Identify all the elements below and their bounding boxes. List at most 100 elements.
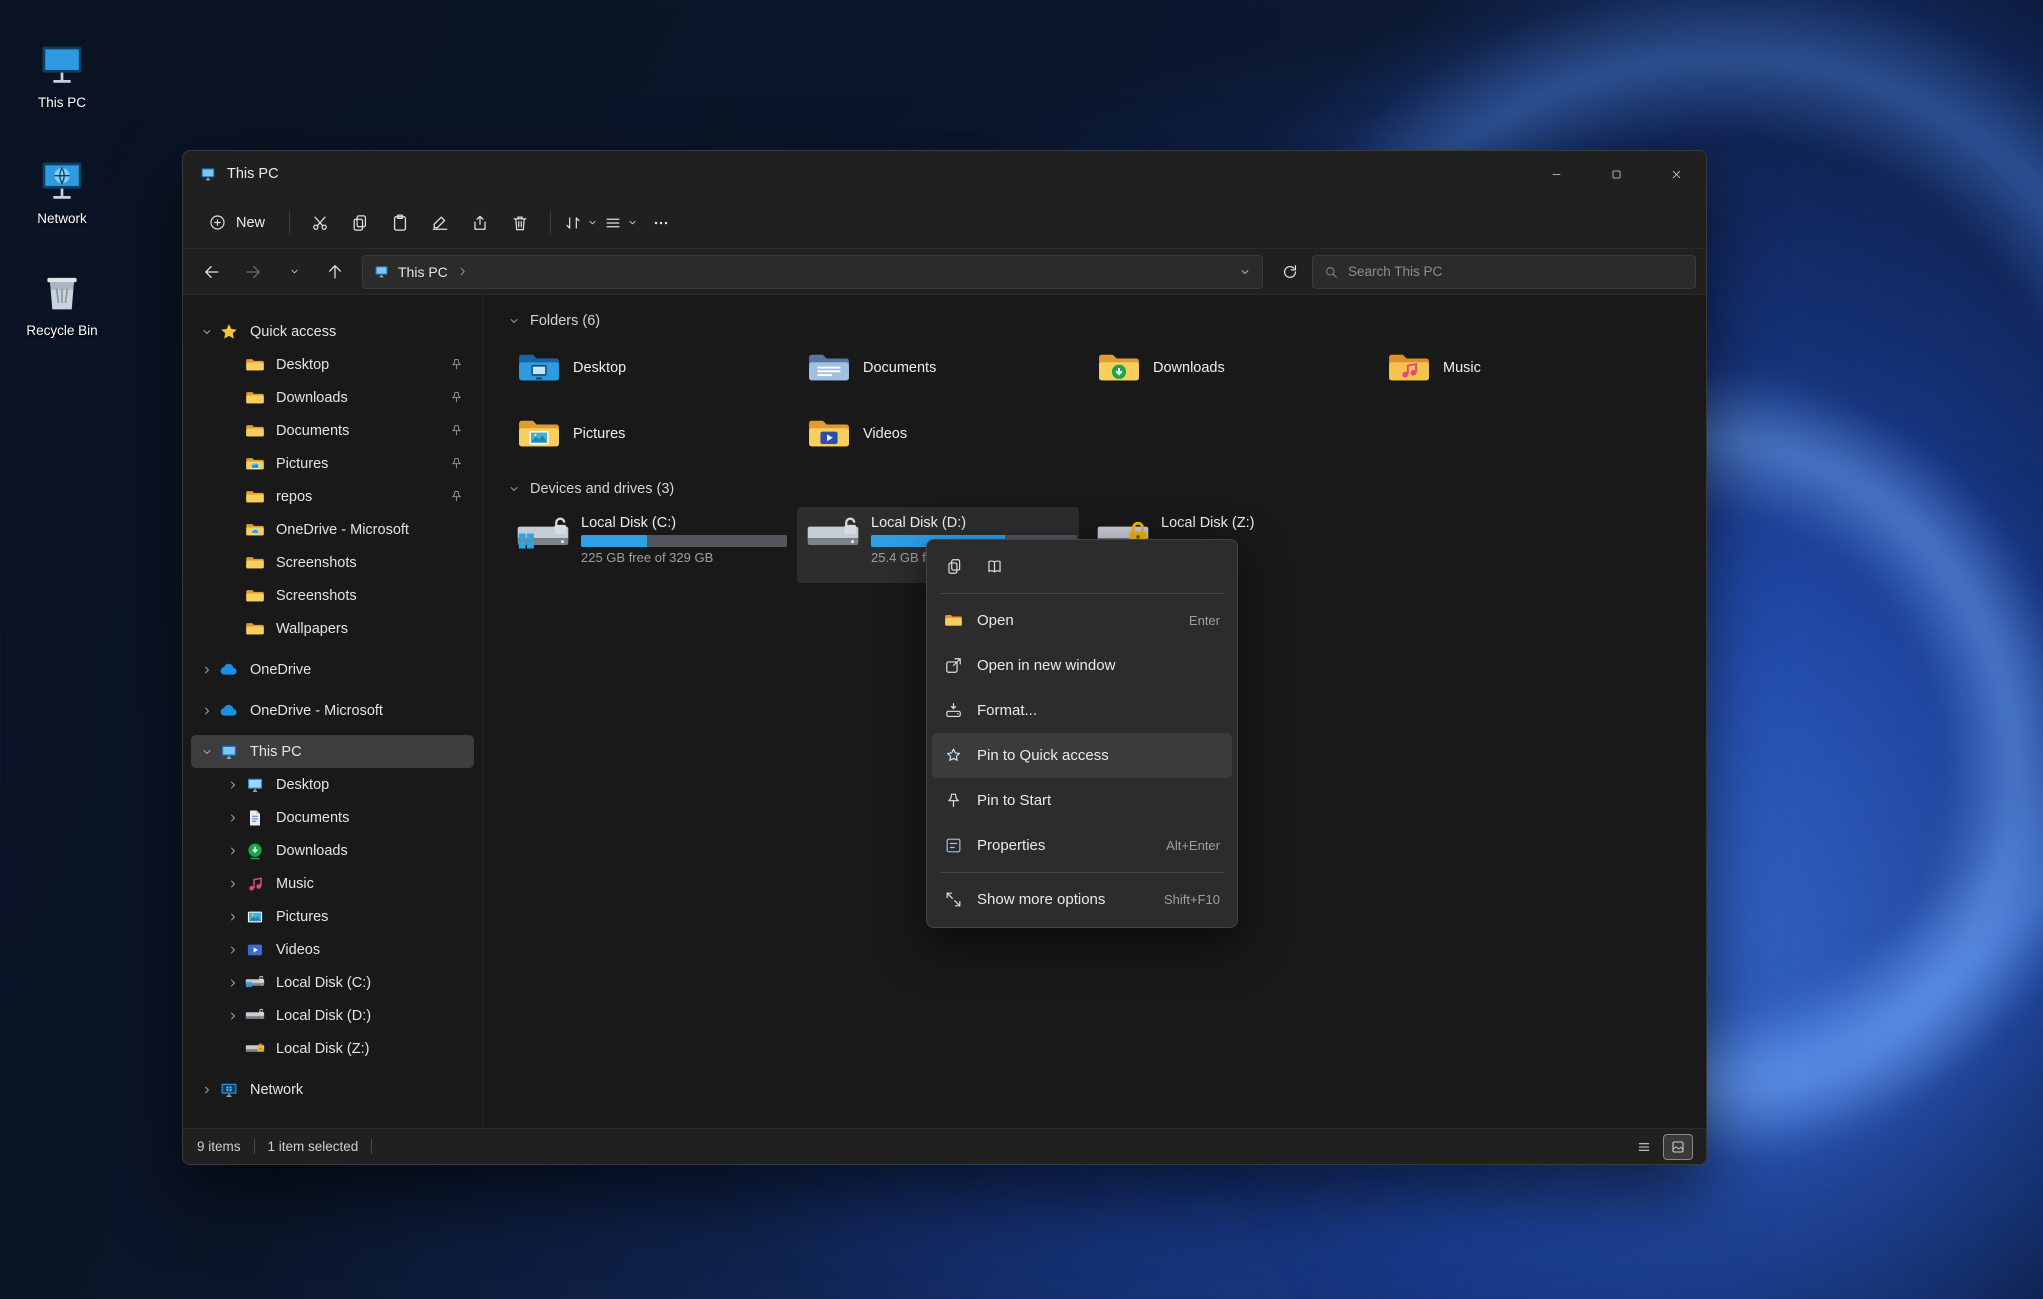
rename-button[interactable]	[421, 206, 459, 240]
maximize-button[interactable]	[1586, 151, 1646, 197]
more-options-button[interactable]	[642, 206, 680, 240]
menu-item-properties[interactable]: Properties Alt+Enter	[932, 823, 1232, 868]
chevron-right-icon[interactable]	[221, 1008, 245, 1024]
search-input[interactable]	[1348, 264, 1685, 279]
share-button[interactable]	[461, 206, 499, 240]
menu-item-open-in-new-window[interactable]: Open in new window	[932, 643, 1232, 688]
folder-tile-videos[interactable]: Videos	[797, 405, 1079, 463]
sidebar-item-music[interactable]: Music	[191, 867, 474, 900]
chevron-right-icon[interactable]	[195, 1082, 219, 1098]
sidebar-item-documents[interactable]: Documents	[191, 801, 474, 834]
breadcrumb-this-pc[interactable]: This PC	[398, 264, 448, 280]
titlebar[interactable]: This PC	[183, 151, 1706, 197]
details-view-button[interactable]	[1630, 1135, 1658, 1159]
sidebar-item-pictures[interactable]: Pictures	[191, 447, 474, 480]
sidebar-item-onedrive[interactable]: OneDrive	[191, 653, 474, 686]
refresh-button[interactable]	[1271, 255, 1309, 289]
address-dropdown-icon[interactable]	[1238, 265, 1252, 279]
desktop-icon-recycle-bin[interactable]: Recycle Bin	[10, 262, 114, 342]
chevron-right-icon[interactable]	[221, 975, 245, 991]
sidebar-item-onedrive-microsoft[interactable]: OneDrive - Microsoft	[191, 694, 474, 727]
chevron-right-icon[interactable]	[221, 876, 245, 892]
folder-tile-downloads[interactable]: Downloads	[1087, 339, 1369, 397]
sort-button[interactable]	[562, 206, 600, 240]
sidebar-item-screenshots[interactable]: Screenshots	[191, 546, 474, 579]
section-header-folders-6[interactable]: Folders (6)	[507, 313, 1706, 329]
paste-button[interactable]	[381, 206, 419, 240]
sidebar-item-label: Screenshots	[276, 554, 357, 571]
copy-button[interactable]	[936, 549, 972, 583]
sidebar-item-label: repos	[276, 488, 313, 505]
folder-tile-label: Downloads	[1153, 360, 1225, 376]
forward-button[interactable]	[234, 255, 272, 289]
sidebar-item-wallpapers[interactable]: Wallpapers	[191, 612, 474, 645]
chevron-down-icon[interactable]	[195, 744, 219, 760]
sidebar-item-local-disk-z[interactable]: Local Disk (Z:)	[191, 1032, 474, 1065]
sidebar-item-pictures[interactable]: Pictures	[191, 900, 474, 933]
drive-tile-local-disk-c[interactable]: Local Disk (C:) 225 GB free of 329 GB	[507, 507, 789, 583]
sidebar-item-documents[interactable]: Documents	[191, 414, 474, 447]
folder-tile-pictures[interactable]: Pictures	[507, 405, 789, 463]
sidebar-item-downloads[interactable]: Downloads	[191, 834, 474, 867]
minimize-button[interactable]	[1526, 151, 1586, 197]
back-button[interactable]	[193, 255, 231, 289]
sidebar-item-network[interactable]: Network	[191, 1073, 474, 1106]
menu-item-open[interactable]: Open Enter	[932, 598, 1232, 643]
delete-button[interactable]	[501, 206, 539, 240]
folder-tile-music[interactable]: Music	[1377, 339, 1659, 397]
view-button[interactable]	[602, 206, 640, 240]
chevron-right-icon[interactable]	[221, 810, 245, 826]
sidebar-item-local-disk-c[interactable]: Local Disk (C:)	[191, 966, 474, 999]
chevron-right-icon[interactable]	[221, 777, 245, 793]
sidebar-item-screenshots[interactable]: Screenshots	[191, 579, 474, 612]
up-button[interactable]	[316, 255, 354, 289]
breadcrumb-chevron-icon[interactable]	[456, 265, 469, 278]
menu-item-pin-to-start[interactable]: Pin to Start	[932, 778, 1232, 823]
sidebar-item-videos[interactable]: Videos	[191, 933, 474, 966]
folder-tile-documents[interactable]: Documents	[797, 339, 1079, 397]
new-button[interactable]: New	[195, 206, 278, 239]
sidebar-item-repos[interactable]: repos	[191, 480, 474, 513]
folder-tile-desktop[interactable]: Desktop	[507, 339, 789, 397]
navigation-pane: Quick access Desktop Downloads Documents Pic…	[183, 295, 483, 1130]
chevron-down-icon[interactable]	[195, 324, 219, 340]
close-button[interactable]	[1646, 151, 1706, 197]
chevron-right-icon[interactable]	[195, 662, 219, 678]
drive-icon	[245, 1006, 265, 1026]
menu-item-show-more-options[interactable]: Show more options Shift+F10	[932, 877, 1232, 922]
menu-item-format[interactable]: Format...	[932, 688, 1232, 733]
folder-videos-icon	[806, 415, 852, 453]
sidebar-item-quick-access[interactable]: Quick access	[191, 315, 474, 348]
sidebar-item-downloads[interactable]: Downloads	[191, 381, 474, 414]
rename-button[interactable]	[976, 549, 1012, 583]
sidebar-item-local-disk-d[interactable]: Local Disk (D:)	[191, 999, 474, 1032]
sidebar-item-desktop[interactable]: Desktop	[191, 348, 474, 381]
sidebar-item-desktop[interactable]: Desktop	[191, 768, 474, 801]
pin-icon	[449, 489, 464, 504]
search-box[interactable]	[1312, 254, 1696, 289]
large-icons-view-button[interactable]	[1663, 1133, 1693, 1160]
chevron-right-icon[interactable]	[221, 843, 245, 859]
copy-button[interactable]	[341, 206, 379, 240]
address-bar[interactable]: This PC	[362, 254, 1263, 289]
chevron-right-icon[interactable]	[221, 942, 245, 958]
sidebar-item-onedrive-microsoft[interactable]: OneDrive - Microsoft	[191, 513, 474, 546]
context-menu-quick-actions	[932, 545, 1232, 589]
capacity-bar	[581, 535, 787, 547]
selection-count: 1 item selected	[267, 1139, 359, 1154]
chevron-right-icon[interactable]	[221, 909, 245, 925]
recent-locations-button[interactable]	[275, 255, 313, 289]
section-header-devices-and-drives-3[interactable]: Devices and drives (3)	[507, 481, 1706, 497]
folder-tile-label: Documents	[863, 360, 937, 376]
drive-icon	[805, 514, 861, 560]
sidebar-item-this-pc[interactable]: This PC	[191, 735, 474, 768]
chevron-right-icon[interactable]	[195, 703, 219, 719]
desktop-icon-network[interactable]: Network	[10, 150, 114, 230]
menu-item-pin-to-quick-access[interactable]: Pin to Quick access	[932, 733, 1232, 778]
desktop-icon-this-pc[interactable]: This PC	[10, 34, 114, 114]
sidebar-item-label: Downloads	[276, 842, 348, 859]
cut-button[interactable]	[301, 206, 339, 240]
